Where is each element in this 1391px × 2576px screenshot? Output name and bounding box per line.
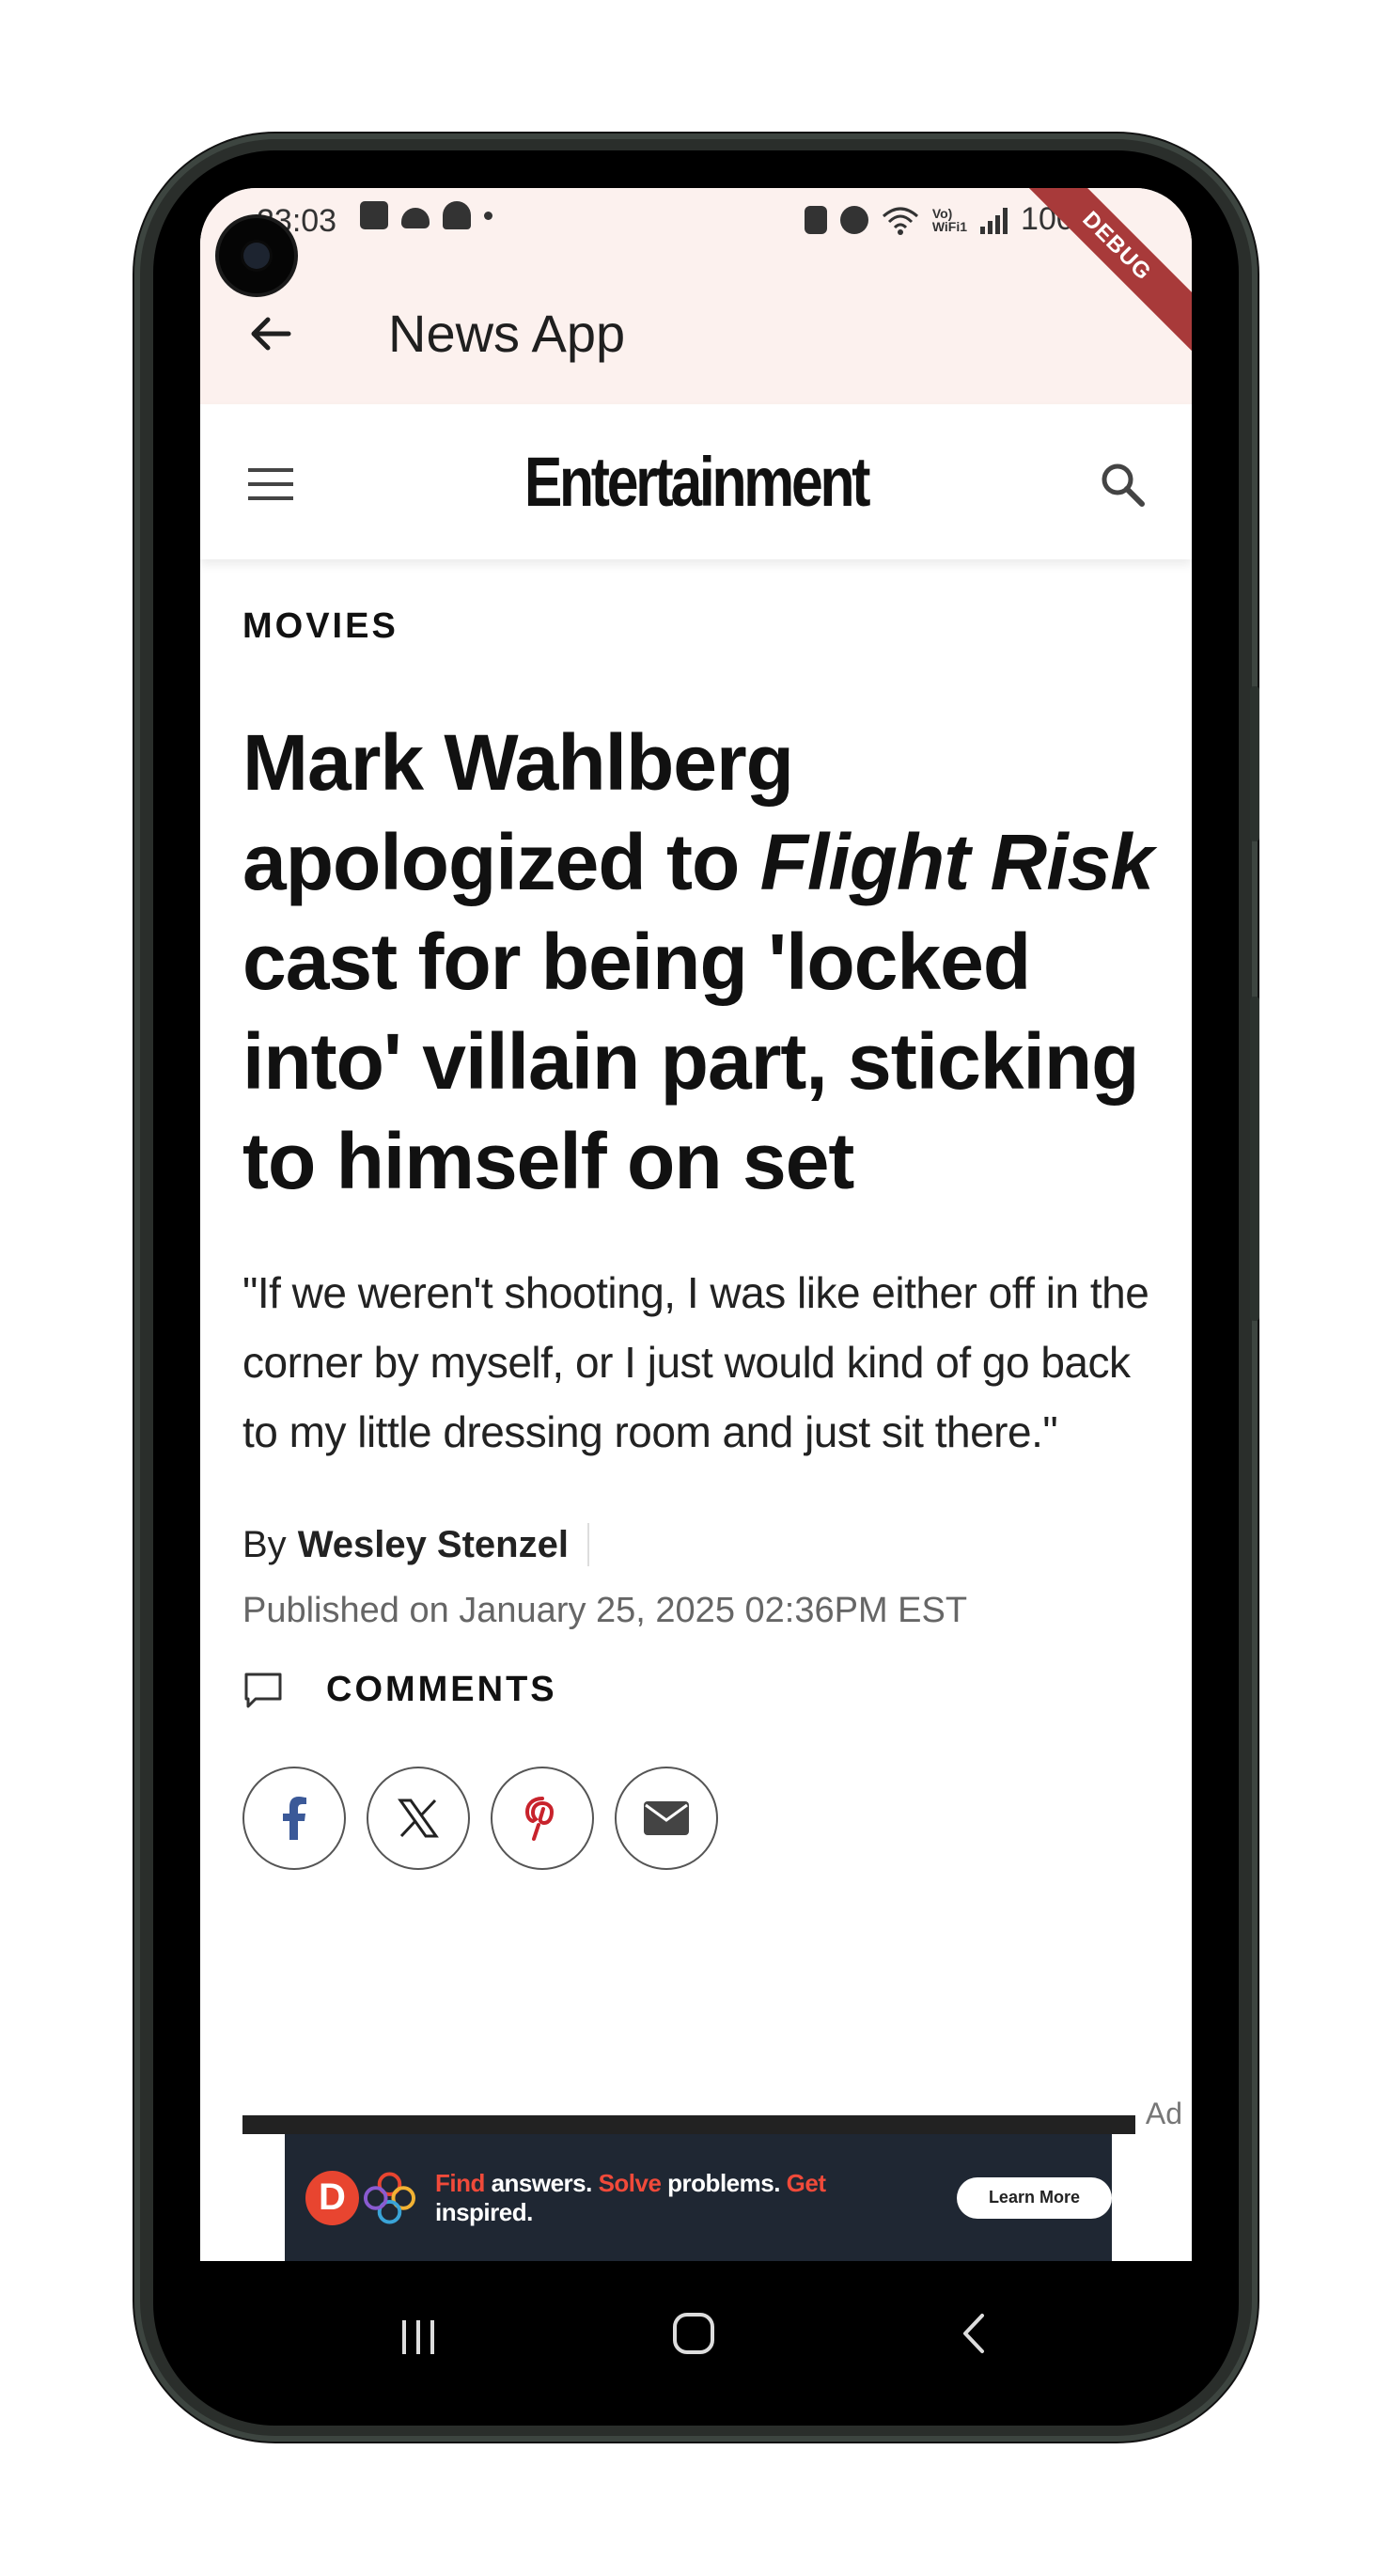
recent-apps-icon[interactable]: [395, 2313, 442, 2360]
ad-text-inspired: inspired.: [434, 2197, 533, 2226]
app-title: News App: [388, 304, 626, 363]
snapchat-icon: [443, 201, 471, 229]
more-notifications-dot-icon: [484, 211, 492, 220]
pinterest-share-button[interactable]: [491, 1767, 594, 1870]
front-camera: [219, 218, 294, 293]
notification-icons: [360, 201, 492, 229]
ad-text-solve: Solve: [598, 2168, 662, 2197]
byline-divider: [586, 1523, 589, 1566]
search-icon[interactable]: [1097, 459, 1149, 511]
ad-top-bar: [242, 2115, 1135, 2134]
email-icon: [644, 1801, 689, 1835]
volte-indicator: Vo) WiFi1: [932, 207, 967, 233]
ad-tagline: Find answers. Solve problems. Get inspir…: [435, 2169, 921, 2227]
phone-screen: 23:03 Vo) WiFi1 DEBUG News App Entertain…: [200, 188, 1192, 2261]
volte-bottom-label: WiFi1: [931, 218, 968, 234]
ad-text-problems: problems.: [661, 2168, 787, 2197]
ad-text-get: Get: [786, 2168, 826, 2197]
ad-label: Ad: [1145, 2097, 1182, 2130]
app-bar: News App: [200, 263, 1192, 404]
home-icon[interactable]: [670, 2308, 717, 2359]
x-icon: [398, 1798, 439, 1838]
headline-italic-title: Flight Risk: [759, 818, 1154, 906]
site-header: Entertainment: [200, 404, 1192, 559]
facebook-share-button[interactable]: [242, 1767, 346, 1870]
share-buttons: [242, 1767, 1164, 1870]
published-date: Published on January 25, 2025 02:36PM ES…: [242, 1591, 968, 1630]
volte-top-label: Vo): [931, 205, 953, 221]
volume-button: [1250, 686, 1259, 841]
signal-icon: [980, 206, 1008, 234]
headline-text-1: Mark Wahlberg apologized to: [242, 718, 794, 906]
comment-icon: [244, 1673, 282, 1708]
gallery-icon: [360, 201, 388, 229]
article-headline: Mark Wahlberg apologized to Flight Risk …: [242, 713, 1164, 1211]
alarm-icon: [839, 205, 868, 234]
power-button: [1250, 997, 1259, 1321]
wifi-icon: [882, 207, 918, 235]
pinterest-icon: [524, 1797, 555, 1841]
data-saver-icon: [804, 205, 827, 234]
ad-banner[interactable]: D Find answers. Solve problems. Get insp…: [285, 2134, 1112, 2261]
email-share-button[interactable]: [615, 1767, 718, 1870]
ad-text-find: Find: [434, 2168, 485, 2197]
author-link[interactable]: Wesley Stenzel: [298, 1524, 569, 1566]
system-back-icon[interactable]: [954, 2308, 992, 2359]
comments-label: COMMENTS: [326, 1669, 557, 1709]
article-category[interactable]: MOVIES: [242, 606, 1164, 647]
site-logo[interactable]: Entertainment: [289, 442, 1102, 522]
ad-knot-logo-icon: [363, 2171, 415, 2224]
facebook-icon: [283, 1797, 306, 1840]
article-dek: "If we weren't shooting, I was like eith…: [242, 1268, 1149, 1456]
headline-text-2: cast for being 'locked into' villain par…: [242, 918, 1139, 1205]
byline: By Wesley Stenzel: [242, 1523, 1164, 1566]
back-arrow-icon[interactable]: [238, 301, 304, 367]
ad-learn-more-button[interactable]: Learn More: [956, 2176, 1112, 2219]
ad-brand-logo: D: [305, 2170, 359, 2225]
x-share-button[interactable]: [367, 1767, 470, 1870]
app-top-area: 23:03 Vo) WiFi1 DEBUG News App: [200, 188, 1192, 404]
ad-text-answers: answers.: [484, 2168, 599, 2197]
article: MOVIES Mark Wahlberg apologized to Fligh…: [242, 578, 1164, 1870]
comments-button[interactable]: COMMENTS: [242, 1669, 1164, 1710]
cloud-icon: [401, 208, 430, 228]
byline-prefix: By: [242, 1523, 287, 1565]
